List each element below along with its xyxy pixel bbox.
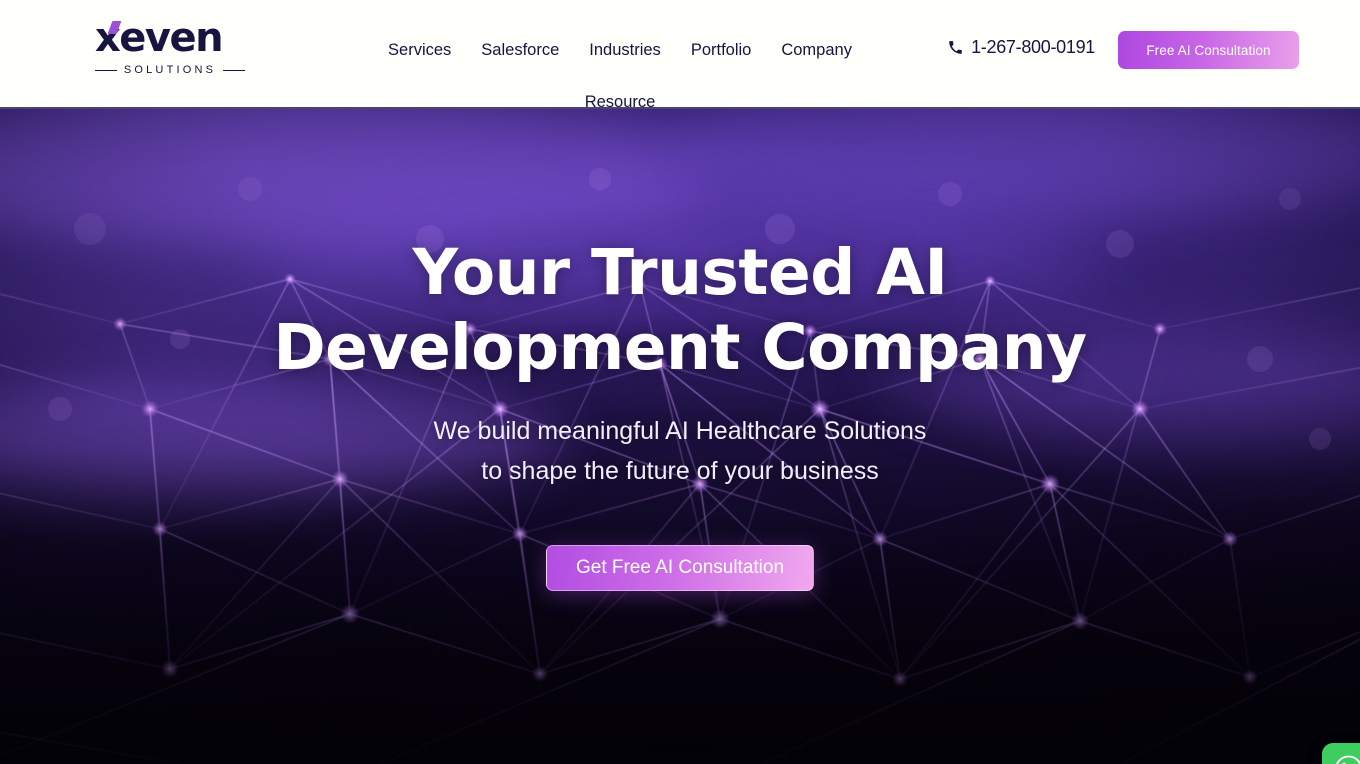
phone-icon (949, 41, 962, 54)
nav-item-company[interactable]: Company (781, 24, 852, 76)
hero-section: Your Trusted AI Development Company We b… (0, 109, 1360, 764)
site-header: xeven SOLUTIONS Services Salesforce Indu… (0, 0, 1360, 111)
nav-item-salesforce[interactable]: Salesforce (481, 24, 559, 76)
hero-subtitle-line-2: to shape the future of your business (481, 457, 879, 485)
whatsapp-icon (1335, 755, 1360, 764)
logo-rule-left (95, 69, 117, 71)
nav-item-industries[interactable]: Industries (589, 24, 661, 76)
main-navigation: Services Salesforce Industries Portfolio… (360, 0, 880, 128)
nav-item-services[interactable]: Services (388, 24, 451, 76)
whatsapp-button[interactable] (1322, 743, 1360, 764)
logo-rule-right (223, 69, 245, 71)
header-phone-link[interactable]: 1-267-800-0191 (948, 37, 1095, 58)
hero-content: Your Trusted AI Development Company We b… (0, 109, 1360, 764)
header-free-consultation-button[interactable]: Free AI Consultation (1118, 31, 1299, 69)
hero-title: Your Trusted AI Development Company (273, 236, 1087, 384)
hero-subtitle-line-1: We build meaningful AI Healthcare Soluti… (433, 417, 927, 445)
logo-tagline-text: SOLUTIONS (123, 64, 217, 76)
hero-subtitle: We build meaningful AI Healthcare Soluti… (300, 411, 1060, 491)
logo-tagline: SOLUTIONS (95, 64, 245, 76)
phone-number: 1-267-800-0191 (971, 37, 1095, 57)
page-root: xeven SOLUTIONS Services Salesforce Indu… (0, 0, 1360, 764)
site-logo[interactable]: xeven SOLUTIONS (95, 18, 245, 76)
nav-item-resource[interactable]: Resource (585, 76, 656, 128)
hero-free-consultation-button[interactable]: Get Free AI Consultation (546, 545, 814, 591)
nav-item-portfolio[interactable]: Portfolio (691, 24, 752, 76)
